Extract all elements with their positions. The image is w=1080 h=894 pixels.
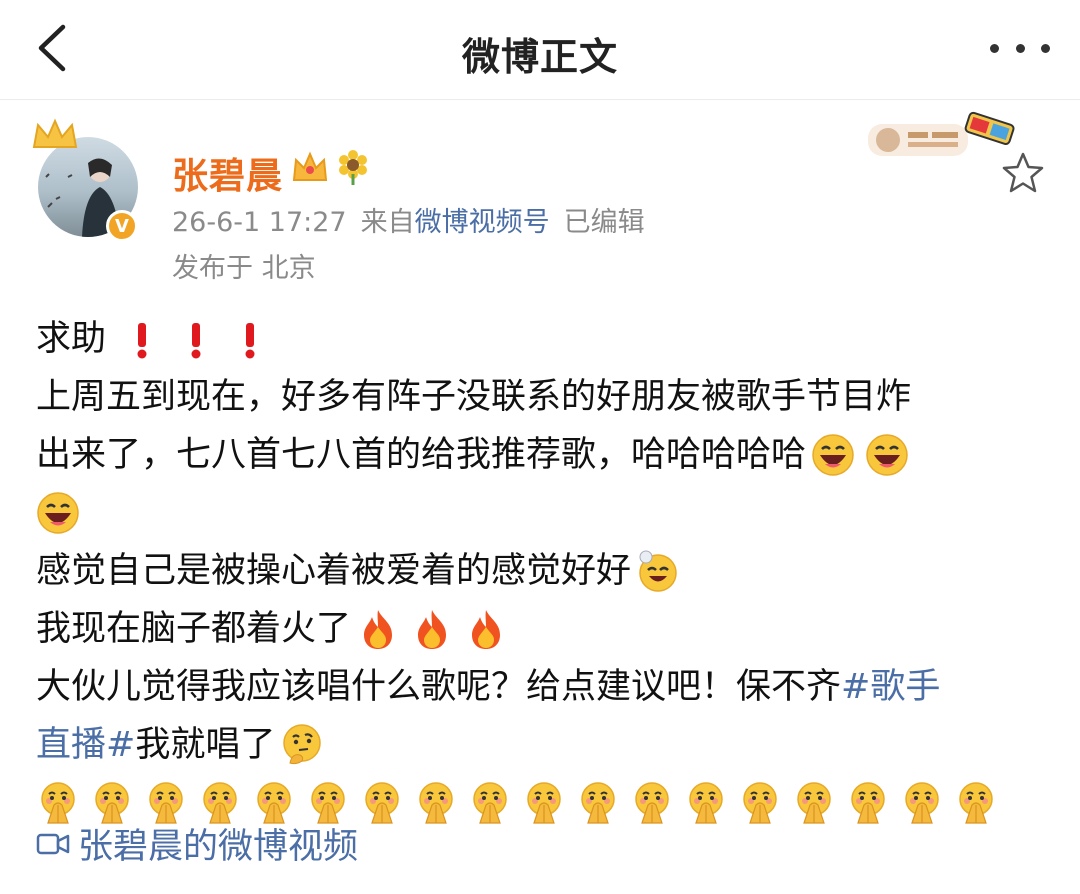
crown-icon [32,118,78,148]
hashtag-link[interactable]: #歌手 [841,658,940,716]
praying-emoji-icon [473,782,507,824]
fire-icon [418,610,447,649]
content-line: 上周五到现在，好多有阵子没联系的好朋友被歌手节目炸 [36,368,1046,426]
user-badges [290,148,370,186]
fire-icon [364,610,393,649]
content-text: 大伙儿觉得我应该唱什么歌呢？给点建议吧！保不齐 [36,667,842,707]
content-text: 出来了，七八首七八首的给我推荐歌，哈哈哈哈哈 [36,435,807,475]
top-nav-bar: 微博正文 [0,0,1080,100]
touched-emoji-icon [639,550,677,592]
hashtag-link[interactable]: 直播# [36,716,135,774]
exclamation-icon [137,323,147,359]
content-line: 直播# 我就唱了 [36,716,1046,774]
more-dot [1015,43,1025,53]
source-prefix: 来自 [360,207,415,238]
more-dot [1041,43,1050,53]
video-camera-icon [36,833,70,854]
content-text: 感觉自己是被操心着被爱着的感觉好好 [36,551,632,591]
praying-emoji-icon [743,782,777,824]
content-line [36,484,1046,542]
sunflower-icon [339,150,367,185]
post-meta: 26-6-1 17:27 来自微博视频号 已编辑 [172,200,645,239]
edited-label[interactable]: 已编辑 [564,207,645,238]
content-line: 求助 [36,310,1046,368]
content-text: 我现在脑子都着火了 [36,609,352,649]
verified-badge: V [106,210,138,242]
post-content: 求助 上周五到现在，好多有阵子没联系的好朋友被歌手节目炸 出来了，七八首七八首的… [36,310,1046,832]
praying-emoji-icon [527,782,561,824]
post-time: 26-6-1 17:27 [172,207,347,238]
content-text: 上周五到现在，好多有阵子没联系的好朋友被歌手节目炸 [36,377,912,417]
thinking-emoji-icon [283,724,322,765]
video-link[interactable]: 张碧晨的微博视频 [36,818,358,869]
praying-emoji-icon [959,782,993,824]
fire-icon [472,610,501,649]
post-location: 发布于 北京 [172,253,316,284]
praying-emoji-icon [581,782,615,824]
praying-emoji-icon [905,782,939,824]
praying-emoji-icon [689,782,723,824]
username[interactable]: 张碧晨 [172,147,283,199]
exclamation-icon [245,323,255,359]
exclamation-icon [191,323,201,359]
laughing-emoji-icon [812,434,854,476]
praying-emoji-icon [635,782,669,824]
content-line: 出来了，七八首七八首的给我推荐歌，哈哈哈哈哈 [36,426,1046,484]
content-line: 我现在脑子都着火了 [36,600,1046,658]
praying-emoji-icon [365,782,399,824]
content-text: 求助 [36,319,107,359]
laughing-emoji-icon [37,492,79,534]
source-link[interactable]: 微博视频号 [415,207,550,238]
crown-icon [292,151,328,181]
praying-emoji-icon [419,782,453,824]
praying-emoji-icon [851,782,885,824]
more-button[interactable] [990,30,1050,66]
video-link-label: 张碧晨的微博视频 [78,827,359,867]
avatar-area[interactable]: V [30,115,150,245]
page-title: 微博正文 [461,35,618,79]
more-dot [990,43,999,53]
laughing-emoji-icon [866,434,908,476]
decorative-card-badge [868,111,1015,156]
content-text: 我就唱了 [135,725,276,765]
content-line: 感觉自己是被操心着被爱着的感觉好好 [36,542,1046,600]
praying-emoji-icon [797,782,831,824]
favorite-star-icon[interactable] [1000,150,1046,196]
content-line: 大伙儿觉得我应该唱什么歌呢？给点建议吧！保不齐 #歌手 [36,658,1046,716]
